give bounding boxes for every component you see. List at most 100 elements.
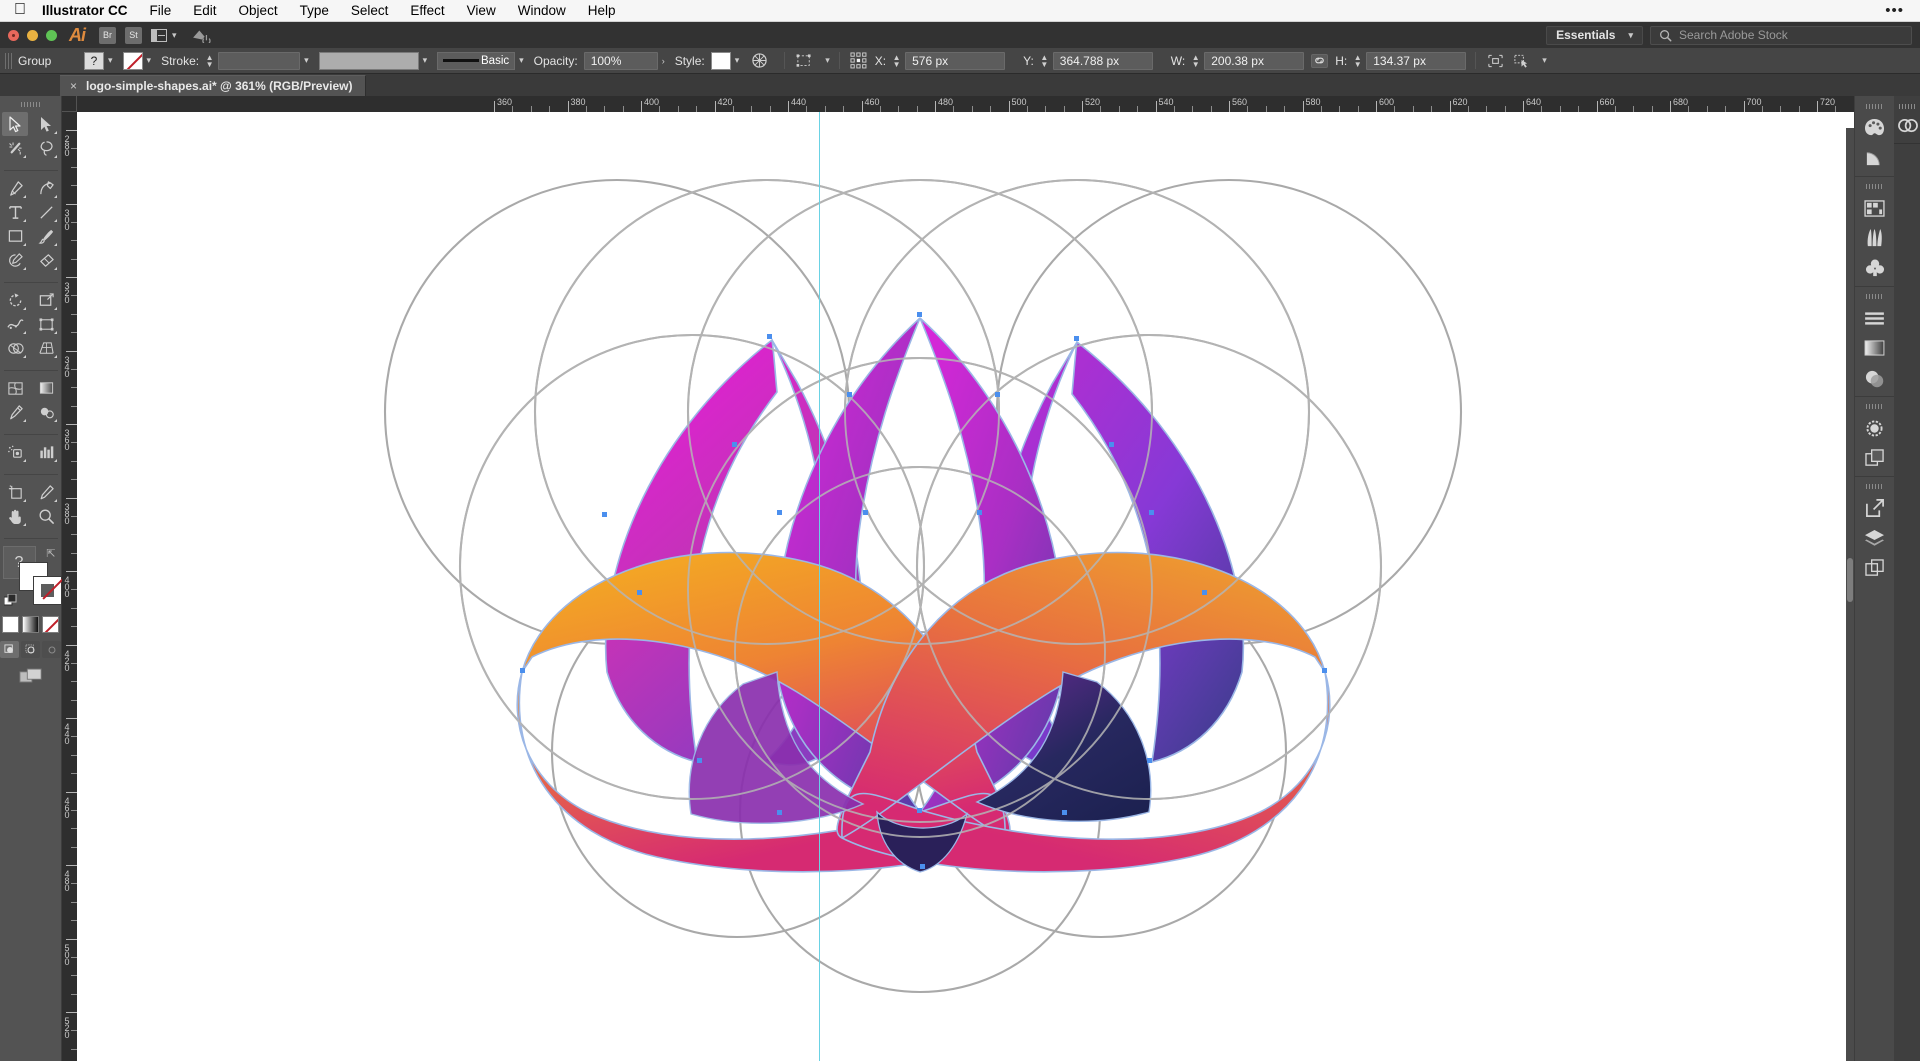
x-position-input[interactable]: 576 px: [905, 52, 1005, 70]
transparency-panel-icon[interactable]: [1858, 363, 1891, 393]
minimize-window-button[interactable]: [27, 30, 38, 41]
brush-definition-input[interactable]: Basic: [437, 52, 515, 70]
recolor-artwork-button[interactable]: [749, 52, 769, 70]
maximize-window-button[interactable]: [46, 30, 57, 41]
menu-item-object[interactable]: Object: [239, 3, 278, 18]
apple-logo-icon[interactable]: : [14, 2, 26, 18]
stroke-profile-input[interactable]: [319, 52, 419, 70]
menu-item-window[interactable]: Window: [518, 3, 566, 18]
height-input[interactable]: 134.37 px: [1366, 52, 1466, 70]
ruler-origin-corner[interactable]: [62, 96, 77, 112]
line-segment-tool[interactable]: [33, 200, 59, 224]
eyedropper-tool[interactable]: [2, 400, 28, 424]
rotate-tool[interactable]: [2, 288, 28, 312]
menu-extras-icon[interactable]: •••: [1885, 2, 1904, 19]
lotus-logo-artwork[interactable]: [77, 112, 1854, 1061]
y-stepper[interactable]: ▲▼: [1040, 54, 1049, 68]
swap-fill-stroke-icon[interactable]: ⇱: [46, 547, 55, 560]
select-similar-dropdown-icon[interactable]: ▾: [1542, 55, 1547, 66]
menu-item-select[interactable]: Select: [351, 3, 389, 18]
dock-grip[interactable]: [1866, 294, 1883, 299]
dock-grip[interactable]: [1866, 104, 1883, 109]
paintbrush-tool[interactable]: [33, 224, 59, 248]
stroke-profile-dropdown-icon[interactable]: ▾: [423, 55, 428, 66]
stroke-color-proxy[interactable]: [33, 576, 62, 605]
vertical-scrollbar[interactable]: [1846, 128, 1854, 1061]
color-fill-button[interactable]: [2, 616, 19, 633]
vertical-scrollbar-thumb[interactable]: [1847, 558, 1853, 602]
transform-options-button[interactable]: [794, 52, 814, 70]
close-document-icon[interactable]: ×: [70, 79, 77, 93]
w-stepper[interactable]: ▲▼: [1191, 54, 1200, 68]
width-tool[interactable]: [2, 312, 28, 336]
eraser-tool[interactable]: [33, 248, 59, 272]
bridge-button[interactable]: Br: [99, 27, 116, 44]
column-graph-tool[interactable]: [33, 440, 59, 464]
menu-item-type[interactable]: Type: [300, 3, 329, 18]
vertical-ruler[interactable]: 280300320340360380400420440460480500520: [62, 112, 77, 1061]
align-panel-icon[interactable]: [1858, 303, 1891, 333]
slice-tool[interactable]: [33, 480, 59, 504]
opacity-options-icon[interactable]: ›: [662, 56, 665, 66]
control-bar-grip[interactable]: [5, 53, 12, 69]
horizontal-ruler[interactable]: 3603804004204404604805005205405605806006…: [77, 96, 1854, 112]
shape-builder-tool[interactable]: [2, 336, 28, 360]
transform-dropdown-icon[interactable]: ▾: [825, 55, 830, 66]
swatches-panel-icon[interactable]: [1858, 193, 1891, 223]
menu-item-help[interactable]: Help: [588, 3, 616, 18]
window-controls[interactable]: [8, 30, 57, 41]
x-stepper[interactable]: ▲▼: [892, 54, 901, 68]
gradient-tool[interactable]: [33, 376, 59, 400]
gradient-panel-icon[interactable]: [1858, 333, 1891, 363]
stroke-weight-dropdown-icon[interactable]: ▾: [304, 55, 309, 66]
selection-tool[interactable]: [2, 112, 28, 136]
stock-button[interactable]: St: [125, 27, 142, 44]
layers-panel-icon[interactable]: [1858, 523, 1891, 553]
shaper-tool[interactable]: [2, 248, 28, 272]
stroke-weight-input[interactable]: [218, 52, 300, 70]
color-guide-icon[interactable]: [1858, 143, 1891, 173]
opacity-input[interactable]: 100%: [584, 52, 658, 70]
default-fill-stroke-icon[interactable]: [4, 594, 17, 607]
draw-inside-button[interactable]: [42, 641, 61, 658]
fill-color-swatch[interactable]: ?: [84, 52, 104, 70]
workspace-switcher[interactable]: Essentials ▾: [1546, 26, 1643, 45]
h-stepper[interactable]: ▲▼: [1353, 54, 1362, 68]
dock-grip[interactable]: [1866, 484, 1883, 489]
free-transform-tool[interactable]: [33, 312, 59, 336]
mesh-tool[interactable]: [2, 376, 28, 400]
artboard-tool[interactable]: [2, 480, 28, 504]
menu-item-edit[interactable]: Edit: [193, 3, 216, 18]
stroke-color-swatch[interactable]: [123, 52, 143, 70]
dock-grip[interactable]: [1866, 404, 1883, 409]
appearance-panel-icon[interactable]: [1858, 413, 1891, 443]
curvature-tool[interactable]: [33, 176, 59, 200]
align-panel-button[interactable]: [1485, 52, 1505, 70]
graphic-styles-panel-icon[interactable]: [1858, 443, 1891, 473]
direct-selection-tool[interactable]: [33, 112, 59, 136]
dock-grip[interactable]: [1866, 184, 1883, 189]
gradient-fill-button[interactable]: [22, 616, 39, 633]
blend-tool[interactable]: [33, 400, 59, 424]
menu-item-illustrator[interactable]: Illustrator CC: [42, 3, 128, 18]
reference-point-selector[interactable]: [849, 52, 869, 70]
style-dropdown-icon[interactable]: ▾: [735, 55, 740, 66]
stroke-stepper[interactable]: ▲▼: [205, 54, 214, 68]
constrain-proportions-toggle[interactable]: [1311, 54, 1328, 68]
close-window-button[interactable]: [8, 30, 19, 41]
menu-item-view[interactable]: View: [467, 3, 496, 18]
arrange-documents-button[interactable]: ▾: [151, 29, 177, 42]
menu-item-effect[interactable]: Effect: [410, 3, 444, 18]
lasso-tool[interactable]: [33, 136, 59, 160]
brush-dropdown-icon[interactable]: ▾: [519, 55, 524, 66]
select-similar-button[interactable]: [1511, 52, 1531, 70]
vertical-guide[interactable]: [819, 112, 820, 1061]
artboards-panel-icon[interactable]: [1858, 553, 1891, 583]
none-fill-button[interactable]: [42, 616, 59, 633]
creative-cloud-libraries-icon[interactable]: [1895, 113, 1920, 139]
width-input[interactable]: 200.38 px: [1204, 52, 1304, 70]
y-position-input[interactable]: 364.788 px: [1053, 52, 1153, 70]
menu-item-file[interactable]: File: [150, 3, 172, 18]
search-input[interactable]: Search Adobe Stock: [1679, 28, 1788, 42]
zoom-tool[interactable]: [33, 504, 59, 528]
